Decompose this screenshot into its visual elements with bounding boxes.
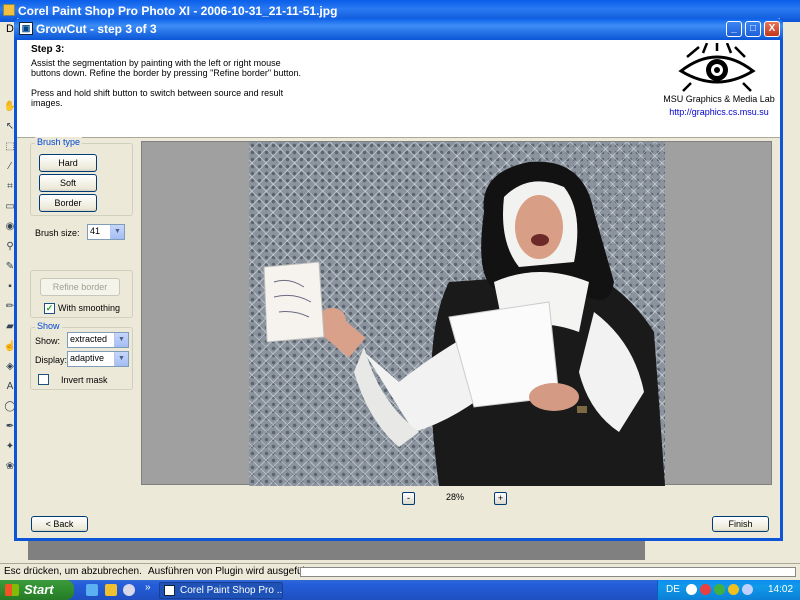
browser-icon[interactable] bbox=[123, 584, 135, 596]
close-button[interactable]: X bbox=[764, 21, 780, 37]
brush-size-value: 41 bbox=[90, 226, 101, 236]
display-label: Display: bbox=[35, 355, 68, 365]
dialog-title: GrowCut - step 3 of 3 bbox=[36, 22, 157, 36]
maximize-button[interactable]: □ bbox=[745, 21, 761, 37]
step-instructions: Assist the segmentation by painting with… bbox=[31, 58, 302, 108]
nun-figure-image bbox=[263, 161, 665, 486]
volume-icon[interactable] bbox=[728, 584, 739, 595]
zoom-in-button[interactable]: + bbox=[494, 492, 507, 505]
checkmark-icon: ✓ bbox=[45, 303, 54, 313]
chevron-down-icon[interactable]: ▼ bbox=[114, 333, 128, 347]
show-desktop-icon[interactable] bbox=[86, 584, 98, 596]
msu-lab-link[interactable]: http://graphics.cs.msu.su bbox=[649, 107, 789, 117]
paintshop-title: Corel Paint Shop Pro Photo XI - 2006-10-… bbox=[18, 4, 338, 18]
system-tray: DE 14:02 bbox=[657, 580, 800, 600]
invert-mask-checkbox[interactable] bbox=[38, 374, 49, 385]
chevron-down-icon[interactable]: ▼ bbox=[110, 225, 124, 239]
border-brush-button[interactable]: Border bbox=[39, 194, 97, 212]
show-group-label: Show bbox=[35, 321, 62, 331]
hard-brush-button[interactable]: Hard bbox=[39, 154, 97, 172]
show-value: extracted bbox=[70, 334, 108, 344]
show-label: Show: bbox=[35, 336, 61, 346]
msu-lab-name: MSU Graphics & Media Lab bbox=[663, 94, 775, 104]
with-smoothing-checkbox[interactable]: ✓ bbox=[44, 303, 55, 314]
clock[interactable]: 14:02 bbox=[768, 584, 793, 595]
windows-logo-icon bbox=[5, 584, 19, 596]
paintshop-app-icon bbox=[3, 4, 15, 16]
finish-button[interactable]: Finish bbox=[712, 516, 769, 532]
show-select[interactable]: extracted ▼ bbox=[67, 332, 129, 348]
chevron-down-icon[interactable]: ▼ bbox=[114, 352, 128, 366]
status-bar: Esc drücken, um abzubrechen. Ausführen v… bbox=[0, 563, 800, 580]
taskbar-item-paintshop[interactable]: Corel Paint Shop Pro ... bbox=[159, 582, 283, 599]
taskbar-item-label: Corel Paint Shop Pro ... bbox=[180, 585, 283, 596]
minimize-button[interactable]: _ bbox=[726, 21, 742, 37]
progress-bar bbox=[300, 567, 796, 577]
language-indicator[interactable]: DE bbox=[666, 584, 680, 595]
security-icon[interactable] bbox=[700, 584, 711, 595]
zoom-out-button[interactable]: - bbox=[402, 492, 415, 505]
with-smoothing-label: With smoothing bbox=[58, 303, 121, 313]
invert-mask-label: Invert mask bbox=[61, 375, 108, 385]
quicklaunch-chevron-icon[interactable]: » bbox=[145, 582, 151, 593]
step-title: Step 3: bbox=[31, 44, 65, 55]
tray-app-icon[interactable] bbox=[742, 584, 753, 595]
update-icon[interactable] bbox=[714, 584, 725, 595]
msu-eye-logo-icon bbox=[678, 43, 756, 92]
network-icon[interactable] bbox=[686, 584, 697, 595]
soft-brush-button[interactable]: Soft bbox=[39, 174, 97, 192]
status-text: Esc drücken, um abzubrechen. bbox=[4, 566, 142, 577]
dialog-header: Step 3: Assist the segmentation by paint… bbox=[17, 40, 780, 138]
growcut-app-icon: ▣ bbox=[19, 22, 33, 35]
workspace-area bbox=[28, 540, 648, 560]
brush-size-label: Brush size: bbox=[35, 228, 80, 238]
refine-border-button[interactable]: Refine border bbox=[40, 278, 120, 296]
paintshop-task-icon bbox=[164, 585, 175, 596]
status-plugin-text: Ausführen von Plugin wird ausgeführt... bbox=[148, 566, 323, 577]
media-player-icon[interactable] bbox=[105, 584, 117, 596]
dialog-titlebar[interactable]: ▣ GrowCut - step 3 of 3 _ □ X bbox=[14, 18, 783, 40]
display-value: adaptive bbox=[70, 353, 105, 363]
brush-type-label: Brush type bbox=[35, 137, 83, 147]
start-button[interactable]: Start bbox=[0, 580, 74, 600]
source-photo[interactable] bbox=[249, 142, 665, 486]
brush-size-select[interactable]: 41 ▼ bbox=[87, 224, 125, 240]
zoom-level: 28% bbox=[446, 492, 465, 502]
windows-taskbar: Start » Corel Paint Shop Pro ... DE 14:0… bbox=[0, 580, 800, 600]
image-view[interactable] bbox=[141, 141, 772, 486]
display-select[interactable]: adaptive ▼ bbox=[67, 351, 129, 367]
back-button[interactable]: < Back bbox=[31, 516, 88, 532]
start-label: Start bbox=[24, 582, 54, 597]
growcut-dialog: ▣ GrowCut - step 3 of 3 _ □ X Step 3: As… bbox=[14, 18, 783, 541]
workspace-right bbox=[645, 540, 800, 560]
